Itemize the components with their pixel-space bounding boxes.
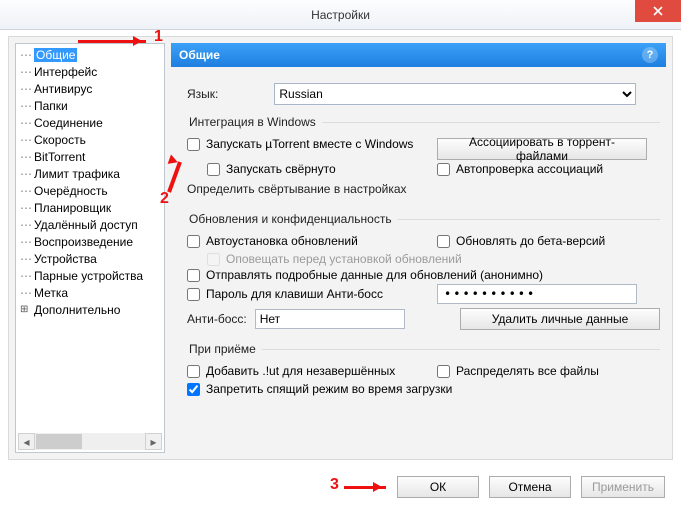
group-integration-legend: Интеграция в Windows bbox=[187, 115, 322, 129]
category-tree[interactable]: ⋯Общие ⋯Интерфейс ⋯Антивирус ⋯Папки ⋯Сое… bbox=[15, 43, 165, 453]
tree-item-interface[interactable]: ⋯Интерфейс bbox=[16, 63, 164, 80]
panel-title-text: Общие bbox=[179, 48, 220, 62]
tree-item-advanced[interactable]: ⊞Дополнительно bbox=[16, 301, 164, 318]
anti-boss-field[interactable] bbox=[255, 309, 405, 329]
tree-item-paired-devices[interactable]: ⋯Парные устройства bbox=[16, 267, 164, 284]
scroll-thumb[interactable] bbox=[36, 434, 82, 449]
cancel-button[interactable]: Отмена bbox=[489, 476, 571, 498]
chk-notify-before-update: Оповещать перед установкой обновлений bbox=[207, 252, 660, 266]
tree-item-bittorrent[interactable]: ⋯BitTorrent bbox=[16, 148, 164, 165]
titlebar: Настройки bbox=[0, 0, 681, 30]
tree-item-label[interactable]: ⋯Метка bbox=[16, 284, 164, 301]
tree-item-speed[interactable]: ⋯Скорость bbox=[16, 131, 164, 148]
btn-clear-personal-data[interactable]: Удалить личные данные bbox=[460, 308, 660, 330]
chk-beta-updates[interactable]: Обновлять до бета-версий bbox=[437, 234, 660, 248]
language-label: Язык: bbox=[187, 87, 218, 101]
dialog-footer: ОК Отмена Применить bbox=[0, 466, 681, 508]
apply-button[interactable]: Применить bbox=[581, 476, 665, 498]
tree-item-antivirus[interactable]: ⋯Антивирус bbox=[16, 80, 164, 97]
chk-auto-check-assoc[interactable]: Автопроверка ассоциаций bbox=[437, 162, 660, 176]
panel-header: Общие ? bbox=[171, 43, 666, 67]
close-icon bbox=[653, 6, 663, 16]
chk-prevent-sleep[interactable]: Запретить спящий режим во время загрузки bbox=[187, 382, 660, 396]
chk-start-minimized[interactable]: Запускать свёрнуто bbox=[207, 162, 437, 176]
chk-auto-update[interactable]: Автоустановка обновлений bbox=[187, 234, 437, 248]
tree-item-devices[interactable]: ⋯Устройства bbox=[16, 250, 164, 267]
chk-boss-password[interactable]: Пароль для клавиши Анти-босс bbox=[187, 287, 437, 301]
tree-item-general[interactable]: ⋯Общие bbox=[16, 46, 164, 63]
tree-h-scrollbar[interactable]: ◂ ▸ bbox=[18, 433, 162, 450]
language-select[interactable]: Russian bbox=[274, 83, 636, 105]
chk-start-with-windows[interactable]: Запускать µTorrent вместе с Windows bbox=[187, 137, 437, 151]
group-integration: Интеграция в Windows Запускать µTorrent … bbox=[187, 115, 660, 202]
chk-preallocate[interactable]: Распределять все файлы bbox=[437, 364, 660, 378]
ok-button[interactable]: ОК bbox=[397, 476, 479, 498]
define-minimize-text: Определить свёртывание в настройках bbox=[187, 182, 407, 196]
group-updates: Обновления и конфиденциальность Автоуста… bbox=[187, 212, 660, 332]
settings-body: ⋯Общие ⋯Интерфейс ⋯Антивирус ⋯Папки ⋯Сое… bbox=[8, 36, 673, 460]
panel-body: Язык: Russian Интеграция в Windows Запус… bbox=[171, 71, 666, 453]
group-updates-legend: Обновления и конфиденциальность bbox=[187, 212, 398, 226]
scroll-left-icon[interactable]: ◂ bbox=[18, 433, 35, 450]
group-receive-legend: При приёме bbox=[187, 342, 262, 356]
close-button[interactable] bbox=[635, 0, 681, 22]
tree-item-remote[interactable]: ⋯Удалённый доступ bbox=[16, 216, 164, 233]
chk-add-ut-ext[interactable]: Добавить .!ut для незавершённых bbox=[187, 364, 437, 378]
btn-associate-torrent[interactable]: Ассоциировать в торрент-файлами bbox=[437, 138, 647, 160]
group-receive: При приёме Добавить .!ut для незавершённ… bbox=[187, 342, 660, 400]
tree-item-connection[interactable]: ⋯Соединение bbox=[16, 114, 164, 131]
boss-password-field[interactable] bbox=[437, 284, 637, 304]
tree-item-queue[interactable]: ⋯Очерёдность bbox=[16, 182, 164, 199]
window-title: Настройки bbox=[311, 8, 370, 22]
tree-item-playback[interactable]: ⋯Воспроизведение bbox=[16, 233, 164, 250]
scroll-right-icon[interactable]: ▸ bbox=[145, 433, 162, 450]
tree-item-scheduler[interactable]: ⋯Планировщик bbox=[16, 199, 164, 216]
chk-send-anon-data[interactable]: Отправлять подробные данные для обновлен… bbox=[187, 268, 660, 282]
tree-item-traffic-limit[interactable]: ⋯Лимит трафика bbox=[16, 165, 164, 182]
anti-boss-label: Анти-босс: bbox=[187, 312, 247, 326]
tree-item-folders[interactable]: ⋯Папки bbox=[16, 97, 164, 114]
help-icon[interactable]: ? bbox=[642, 47, 658, 63]
